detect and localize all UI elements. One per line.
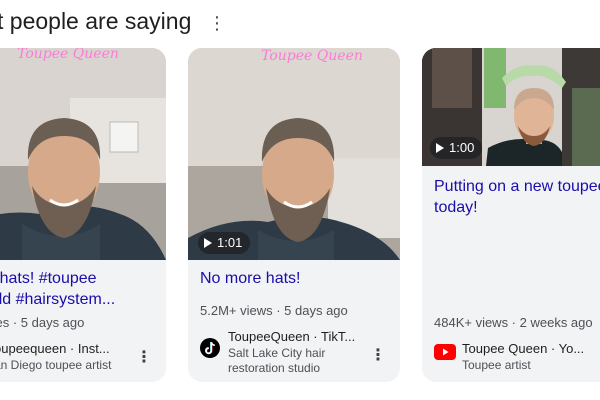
thumbnail-image: Toupee Queen (188, 48, 400, 260)
section-title: t people are saying (0, 8, 192, 34)
source-description: an Diego toupee artist (0, 358, 112, 372)
video-title-link[interactable]: No more hats! (200, 268, 390, 289)
source-name: ToupeeQueen · TikT... (228, 329, 356, 344)
video-meta: + likes · 5 days ago (0, 315, 85, 330)
perspectives-section: t people are saying ⋮ Toupee Queen hats!… (0, 0, 600, 400)
video-card[interactable]: Toupee Queen 02 ore hats! #toupee #bald … (0, 48, 166, 382)
more-vert-icon: ⋮ (370, 347, 386, 364)
video-card[interactable]: Toupee Queen 1:01 No more hats! 5.2M+ vi… (188, 48, 400, 382)
video-thumbnail[interactable]: 1:00 (422, 48, 600, 166)
video-meta: 5.2M+ views · 5 days ago (200, 303, 348, 318)
source-description: Toupee artist (462, 358, 531, 372)
more-options-button[interactable]: ⋮ (204, 12, 230, 34)
card-more-button[interactable]: ⋮ (370, 344, 386, 366)
video-title-link[interactable]: Putting on a new toupee today! (434, 176, 600, 218)
video-duration-badge: 1:00 (430, 137, 483, 159)
neon-sign: Toupee Queen (261, 48, 363, 64)
video-title-link[interactable]: ore hats! #toupee #bald #hairsystem... (0, 268, 156, 310)
video-meta: 484K+ views · 2 weeks ago (434, 315, 593, 330)
thumbnail-image: Toupee Queen (0, 48, 166, 260)
video-duration-badge: 1:01 (198, 232, 251, 254)
more-vert-icon: ⋮ (208, 12, 226, 33)
neon-sign: Toupee Queen (17, 48, 119, 62)
video-thumbnail[interactable]: Toupee Queen 02 (0, 48, 166, 260)
more-vert-icon: ⋮ (136, 349, 152, 366)
play-icon (436, 143, 444, 153)
card-more-button[interactable]: ⋮ (136, 346, 152, 368)
play-icon (204, 238, 212, 248)
source-name: Toupee Queen · Yo... (462, 341, 585, 356)
youtube-icon (434, 344, 456, 360)
tiktok-icon (200, 338, 220, 358)
source-description: Salt Lake City hair restoration studio (228, 346, 326, 375)
source-name: oupeequeen · Inst... (0, 341, 110, 356)
video-thumbnail[interactable]: Toupee Queen 1:01 (188, 48, 400, 260)
video-card[interactable]: 1:00 Putting on a new toupee today! 484K… (422, 48, 600, 382)
